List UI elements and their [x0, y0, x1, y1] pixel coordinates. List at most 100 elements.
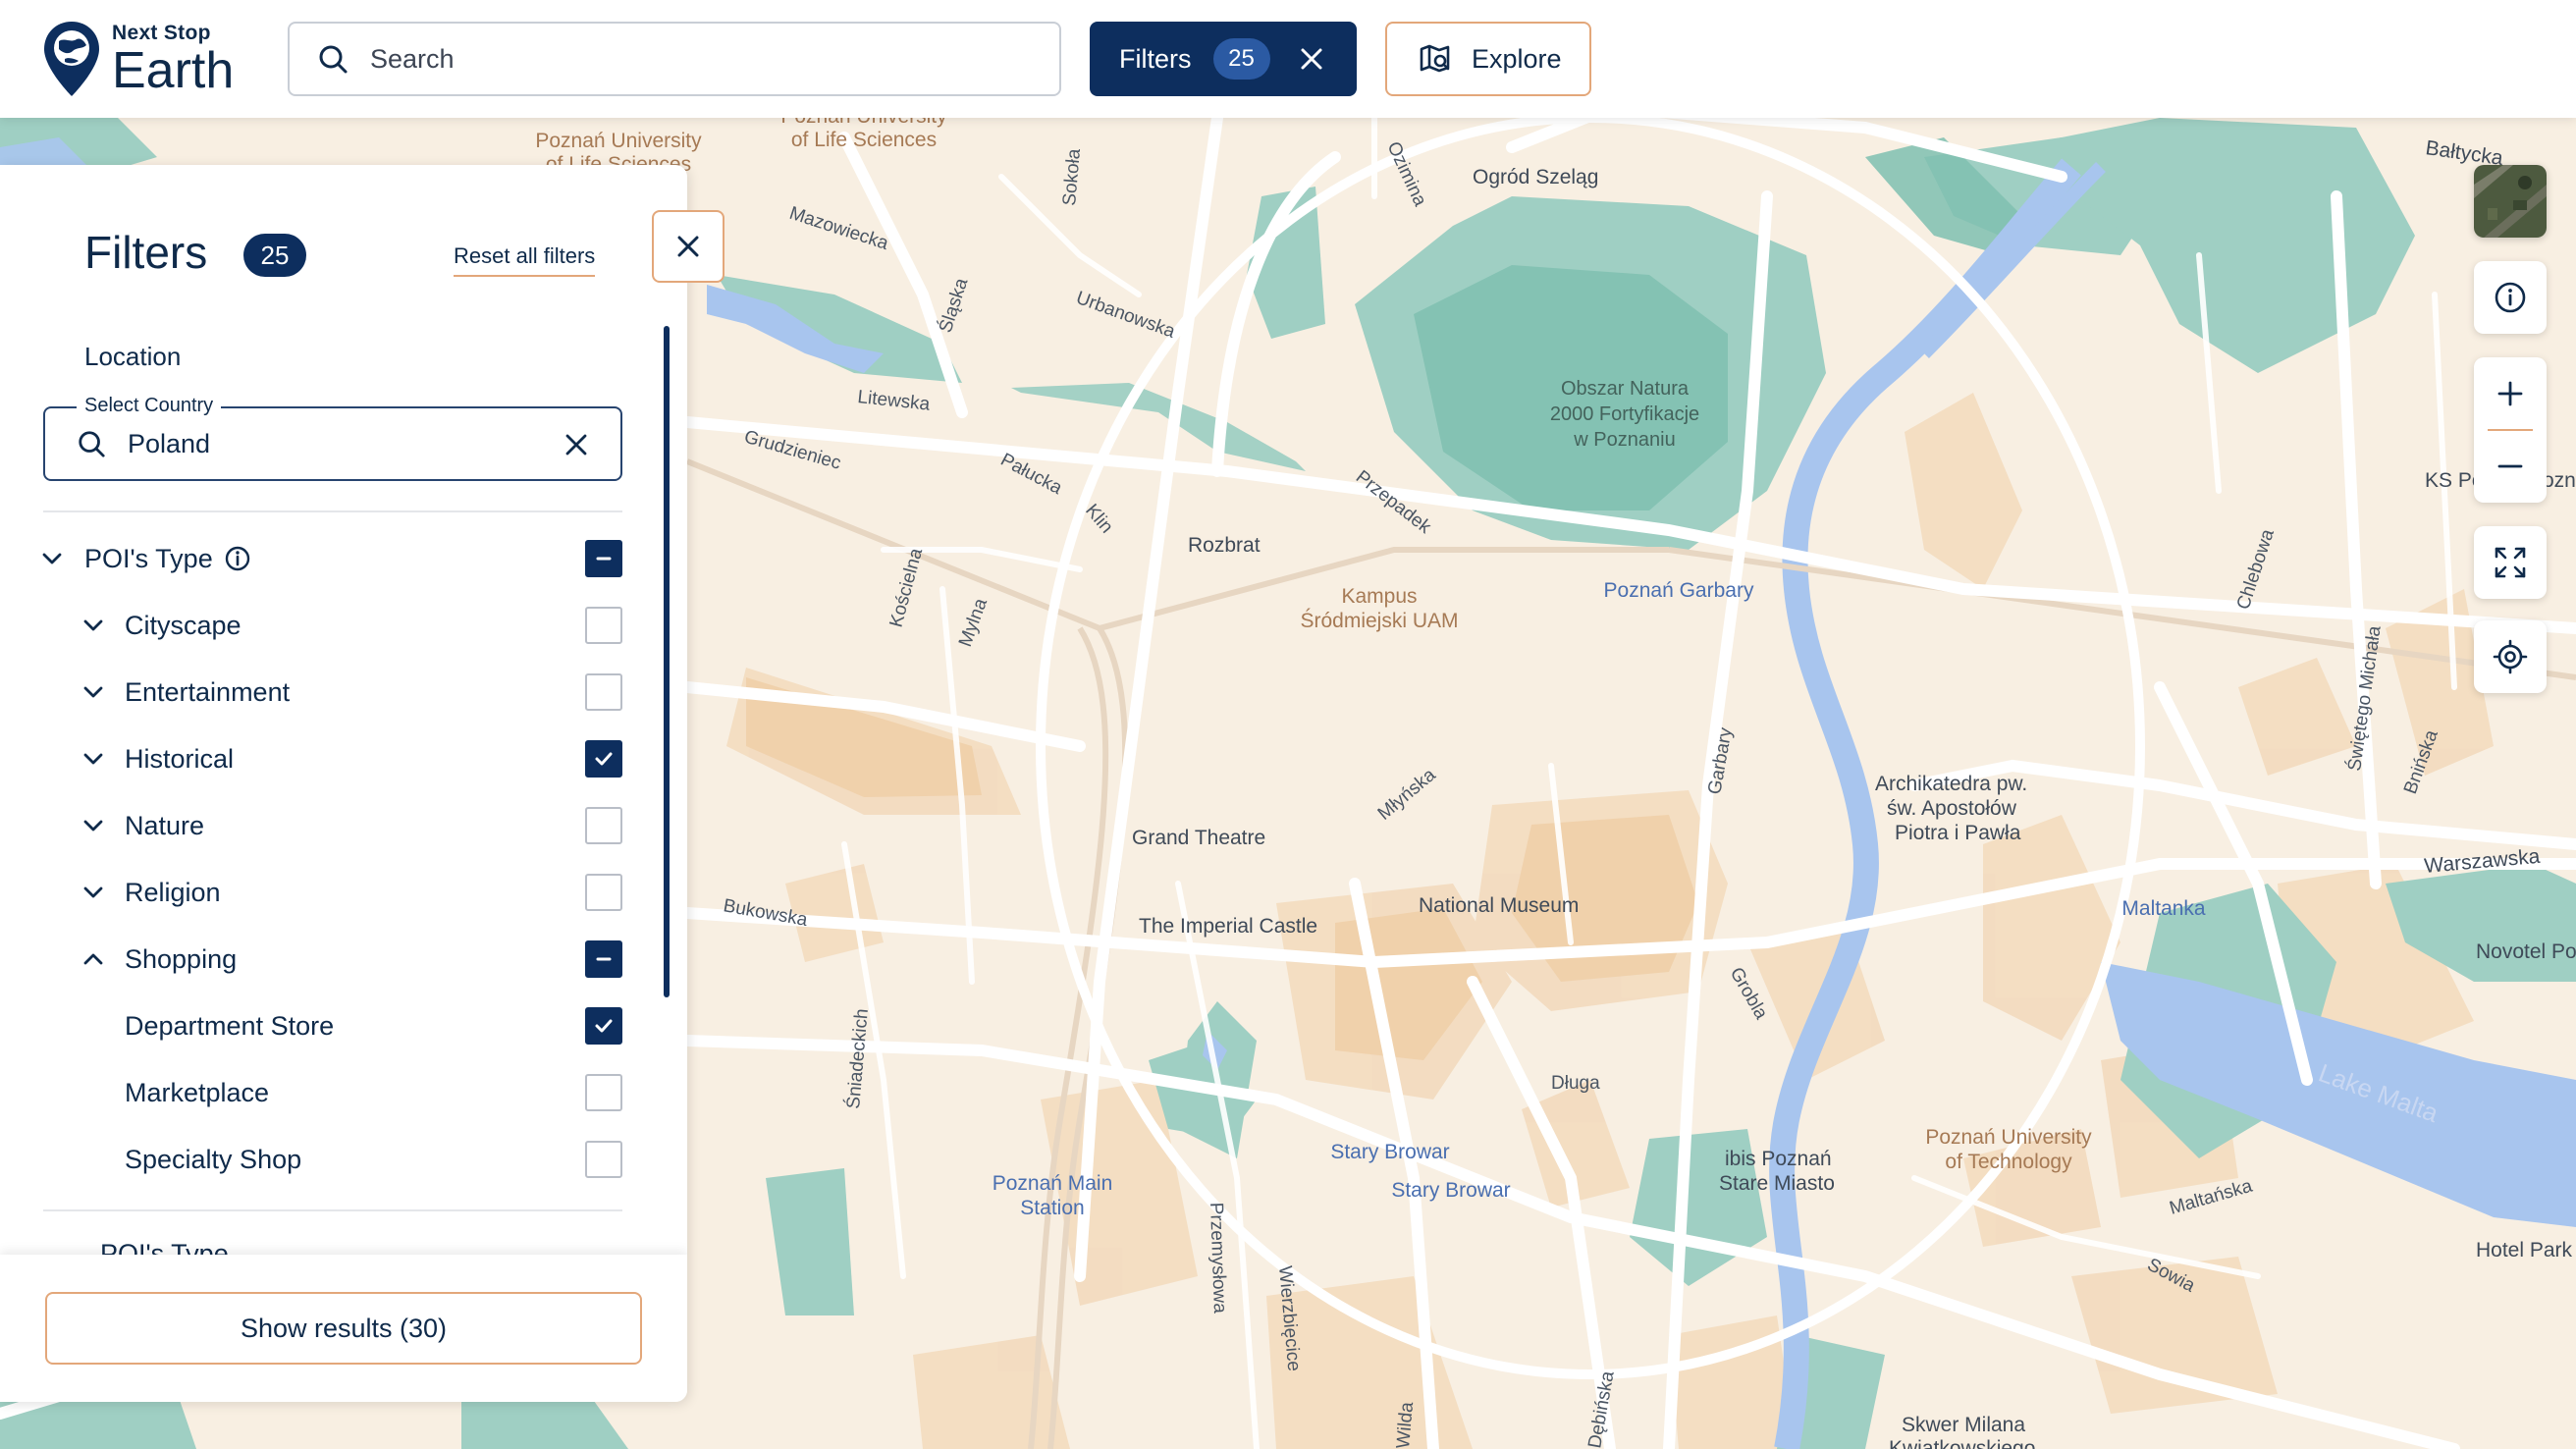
svg-text:Skwer Milana: Skwer Milana: [1902, 1414, 2025, 1436]
subcategory-label: Department Store: [125, 1010, 335, 1041]
panel-filters-count-badge: 25: [243, 234, 306, 277]
svg-text:Stare Miasto: Stare Miasto: [1719, 1172, 1835, 1195]
subcategory-row-marketplace[interactable]: Marketplace: [0, 1065, 668, 1120]
filters-count-badge: 25: [1212, 38, 1270, 80]
svg-text:Przemysłowa: Przemysłowa: [1206, 1202, 1230, 1314]
divider: [43, 1209, 622, 1211]
subcategory-checkbox-department-store[interactable]: [585, 1007, 622, 1045]
subcategory-label: Specialty Shop: [125, 1144, 302, 1174]
search-icon: [319, 45, 348, 74]
country-select-field[interactable]: Poland: [43, 406, 622, 481]
category-checkbox-entertainment[interactable]: [585, 673, 622, 711]
panel-title: Filters: [84, 227, 208, 278]
svg-text:Grand Theatre: Grand Theatre: [1132, 827, 1265, 849]
info-icon[interactable]: [224, 545, 251, 572]
category-label: Nature: [125, 810, 205, 840]
search-box[interactable]: [288, 22, 1061, 96]
explore-button-label: Explore: [1472, 43, 1562, 74]
category-checkbox-cityscape[interactable]: [585, 607, 622, 644]
explore-button[interactable]: Explore: [1385, 22, 1591, 96]
country-select-value: Poland: [128, 428, 211, 458]
filters-panel: Filters 25 Reset all filters Location Po…: [0, 165, 687, 1402]
chevron-up-icon[interactable]: [80, 946, 106, 972]
fullscreen-icon: [2495, 547, 2526, 578]
subcategory-checkbox-marketplace[interactable]: [585, 1074, 622, 1111]
zoom-out-button[interactable]: [2474, 430, 2547, 503]
filters-button-label: Filters: [1119, 43, 1192, 74]
svg-text:ibis Poznań: ibis Poznań: [1725, 1148, 1832, 1170]
svg-text:Śródmiejski UAM: Śródmiejski UAM: [1300, 609, 1458, 632]
zoom-out-icon: [2497, 464, 2523, 468]
svg-text:Kampus: Kampus: [1341, 585, 1417, 608]
zoom-in-button[interactable]: [2474, 357, 2547, 430]
svg-text:św. Apostołów: św. Apostołów: [1887, 797, 2017, 820]
chevron-down-icon[interactable]: [80, 679, 106, 705]
fullscreen-button[interactable]: [2474, 526, 2547, 599]
subcategory-label: Marketplace: [125, 1077, 270, 1107]
zoom-in-icon: [2497, 381, 2523, 406]
satellite-layer-toggle[interactable]: [2474, 165, 2547, 238]
category-label: Religion: [125, 877, 221, 907]
svg-text:Poznań University: Poznań University: [535, 130, 702, 152]
chevron-down-icon[interactable]: [80, 746, 106, 772]
category-row-nature[interactable]: Nature: [0, 798, 668, 853]
info-icon: [2495, 282, 2526, 313]
category-checkbox-historical[interactable]: [585, 740, 622, 778]
subcategory-row-department-store[interactable]: Department Store: [0, 998, 668, 1053]
show-results-button[interactable]: Show results (30): [45, 1292, 642, 1365]
country-field-legend: Select Country: [77, 395, 222, 417]
clear-filters-icon[interactable]: [1298, 45, 1325, 73]
poi-type-group-header[interactable]: POI's Type: [0, 531, 668, 586]
search-input[interactable]: [370, 43, 979, 75]
subcategory-row-specialty-shop[interactable]: Specialty Shop: [0, 1132, 668, 1187]
minus-icon: [596, 557, 612, 561]
chevron-down-icon[interactable]: [80, 613, 106, 638]
chevron-down-icon[interactable]: [80, 880, 106, 905]
panel-scroll-thumb[interactable]: [664, 326, 670, 997]
locate-icon: [2493, 639, 2528, 674]
category-row-cityscape[interactable]: Cityscape: [0, 598, 668, 653]
clear-country-icon[interactable]: [564, 432, 589, 457]
svg-text:2000 Fortyfikacje: 2000 Fortyfikacje: [1550, 403, 1699, 425]
svg-text:Wilda: Wilda: [1393, 1401, 1418, 1449]
svg-text:Novotel Po: Novotel Po: [2476, 940, 2576, 963]
satellite-thumb-icon: [2474, 165, 2547, 238]
category-row-entertainment[interactable]: Entertainment: [0, 665, 668, 720]
zoom-controls: [2474, 357, 2547, 503]
svg-text:Maltanka: Maltanka: [2121, 897, 2206, 920]
chevron-down-icon[interactable]: [39, 546, 65, 571]
brand-logo[interactable]: Next Stop Earth: [41, 20, 234, 98]
locate-me-button[interactable]: [2474, 620, 2547, 693]
map-search-icon: [1420, 44, 1450, 73]
svg-text:of Life Sciences: of Life Sciences: [791, 129, 937, 151]
category-row-shopping[interactable]: Shopping: [0, 932, 668, 987]
panel-footer: Show results (30): [0, 1255, 687, 1402]
svg-text:Station: Station: [1020, 1197, 1084, 1219]
category-label: Cityscape: [125, 610, 242, 640]
subcategory-checkbox-specialty-shop[interactable]: [585, 1141, 622, 1178]
close-panel-button[interactable]: [652, 210, 724, 283]
poi-type-checkbox[interactable]: [585, 540, 622, 577]
info-button[interactable]: [2474, 261, 2547, 334]
category-row-historical[interactable]: Historical: [0, 731, 668, 786]
search-icon: [79, 431, 105, 457]
minus-icon: [596, 957, 612, 961]
filters-toggle-button[interactable]: Filters 25: [1090, 22, 1357, 96]
category-row-religion[interactable]: Religion: [0, 865, 668, 920]
svg-text:Ogród Szeląg: Ogród Szeląg: [1473, 166, 1598, 188]
svg-text:Poznań Garbary: Poznań Garbary: [1604, 579, 1754, 602]
category-checkbox-shopping[interactable]: [585, 940, 622, 978]
checkmark-icon: [595, 1019, 613, 1033]
checkmark-icon: [595, 752, 613, 766]
category-checkbox-religion[interactable]: [585, 874, 622, 911]
svg-text:National Museum: National Museum: [1419, 894, 1579, 917]
svg-text:Długa: Długa: [1551, 1073, 1600, 1094]
close-icon: [677, 236, 699, 257]
category-label: Entertainment: [125, 676, 291, 707]
svg-text:w Poznaniu: w Poznaniu: [1573, 429, 1675, 451]
divider: [43, 510, 622, 512]
reset-all-filters-link[interactable]: Reset all filters: [454, 243, 596, 277]
chevron-down-icon[interactable]: [80, 813, 106, 838]
category-checkbox-nature[interactable]: [585, 807, 622, 844]
svg-text:Hotel Park: Hotel Park: [2476, 1239, 2573, 1261]
